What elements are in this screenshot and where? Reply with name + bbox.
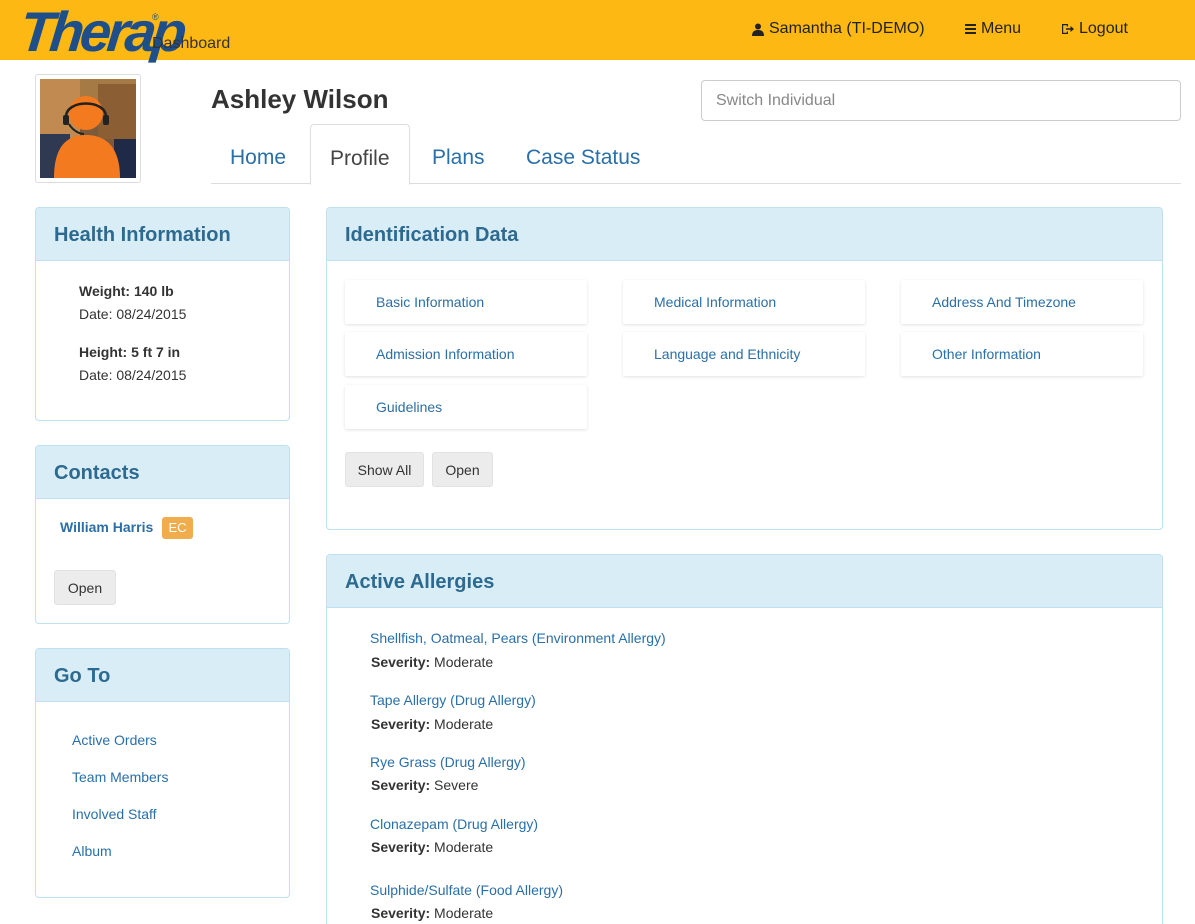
identification-open-button[interactable]: Open bbox=[432, 452, 493, 487]
language-and-ethnicity-link[interactable]: Language and Ethnicity bbox=[623, 332, 865, 376]
contacts-panel: Contacts William Harris EC Open bbox=[35, 445, 290, 624]
show-all-button[interactable]: Show All bbox=[345, 452, 424, 487]
avatar-image bbox=[40, 79, 136, 178]
individual-name: Ashley Wilson bbox=[211, 84, 389, 114]
allergy-link[interactable]: Rye Grass (Drug Allergy) bbox=[370, 754, 526, 770]
go-to-title: Go To bbox=[36, 649, 289, 702]
goto-active-orders-link[interactable]: Active Orders bbox=[72, 732, 157, 748]
goto-team-members-link[interactable]: Team Members bbox=[72, 769, 168, 785]
allergy-severity: Severity: Moderate bbox=[371, 839, 493, 855]
allergy-link[interactable]: Clonazepam (Drug Allergy) bbox=[370, 816, 538, 832]
tab-plans[interactable]: Plans bbox=[413, 124, 504, 184]
goto-album-link[interactable]: Album bbox=[72, 843, 112, 859]
severity-value: Moderate bbox=[434, 716, 494, 732]
top-navbar: Therap ® Dashboard Samantha (TI-DEMO) Me… bbox=[0, 0, 1195, 63]
basic-information-link[interactable]: Basic Information bbox=[345, 280, 587, 324]
contact-link[interactable]: William Harris bbox=[60, 519, 153, 535]
height-value: Height: 5 ft 7 in bbox=[79, 344, 181, 360]
switch-individual-input[interactable] bbox=[701, 80, 1181, 121]
weight-value: Weight: 140 lb bbox=[79, 283, 174, 299]
severity-label: Severity: bbox=[371, 777, 431, 793]
emergency-contact-badge: EC bbox=[162, 517, 193, 539]
tab-profile[interactable]: Profile bbox=[310, 124, 410, 185]
tab-case-status[interactable]: Case Status bbox=[507, 124, 659, 184]
identification-data-panel: Identification Data Basic Information Me… bbox=[326, 207, 1163, 530]
health-information-title: Health Information bbox=[36, 208, 289, 261]
logout-icon bbox=[1061, 23, 1074, 35]
allergy-severity: Severity: Moderate bbox=[371, 716, 493, 732]
user-name: Samantha (TI-DEMO) bbox=[769, 20, 925, 37]
allergy-link[interactable]: Sulphide/Sulfate (Food Allergy) bbox=[370, 882, 563, 898]
allergy-link[interactable]: Tape Allergy (Drug Allergy) bbox=[370, 692, 536, 708]
height-entry: Height: 5 ft 7 in Date: 08/24/2015 bbox=[79, 341, 186, 387]
allergy-severity: Severity: Moderate bbox=[371, 654, 493, 670]
weight-date: Date: 08/24/2015 bbox=[79, 306, 187, 322]
allergy-severity: Severity: Severe bbox=[371, 777, 478, 793]
user-menu[interactable]: Samantha (TI-DEMO) bbox=[752, 20, 925, 38]
user-icon bbox=[752, 23, 764, 36]
weight-entry: Weight: 140 lb Date: 08/24/2015 bbox=[79, 280, 186, 326]
address-and-timezone-link[interactable]: Address And Timezone bbox=[901, 280, 1143, 324]
severity-label: Severity: bbox=[371, 654, 431, 670]
height-date: Date: 08/24/2015 bbox=[79, 367, 187, 383]
logout-button[interactable]: Logout bbox=[1061, 20, 1128, 38]
contacts-open-button[interactable]: Open bbox=[54, 570, 116, 605]
severity-label: Severity: bbox=[371, 839, 431, 855]
logo-registered-mark: ® bbox=[152, 12, 159, 22]
allergy-link[interactable]: Shellfish, Oatmeal, Pears (Environment A… bbox=[370, 630, 666, 646]
logo-text: Therap bbox=[16, 0, 187, 63]
health-information-panel: Health Information Weight: 140 lb Date: … bbox=[35, 207, 290, 421]
allergy-severity: Severity: Moderate bbox=[371, 905, 493, 921]
active-allergies-panel: Active Allergies Shellfish, Oatmeal, Pea… bbox=[326, 554, 1163, 924]
admission-information-link[interactable]: Admission Information bbox=[345, 332, 587, 376]
severity-label: Severity: bbox=[371, 905, 431, 921]
active-allergies-title: Active Allergies bbox=[327, 555, 1162, 608]
severity-label: Severity: bbox=[371, 716, 431, 732]
go-to-panel: Go To Active Orders Team Members Involve… bbox=[35, 648, 290, 898]
identification-data-title: Identification Data bbox=[327, 208, 1162, 261]
contacts-title: Contacts bbox=[36, 446, 289, 499]
severity-value: Moderate bbox=[434, 905, 494, 921]
logout-label: Logout bbox=[1079, 20, 1128, 37]
profile-tabs: Home Profile Plans Case Status bbox=[211, 124, 1181, 185]
medical-information-link[interactable]: Medical Information bbox=[623, 280, 865, 324]
severity-value: Moderate bbox=[434, 839, 494, 855]
severity-value: Severe bbox=[434, 777, 479, 793]
other-information-link[interactable]: Other Information bbox=[901, 332, 1143, 376]
goto-involved-staff-link[interactable]: Involved Staff bbox=[72, 806, 157, 822]
guidelines-link[interactable]: Guidelines bbox=[345, 385, 587, 429]
menu-label: Menu bbox=[981, 20, 1022, 37]
tab-home[interactable]: Home bbox=[211, 124, 305, 184]
main-menu-button[interactable]: Menu bbox=[965, 20, 1021, 38]
hamburger-icon bbox=[965, 24, 976, 34]
profile-photo[interactable] bbox=[35, 74, 141, 183]
therap-logo[interactable]: Therap ® bbox=[10, 0, 186, 63]
dashboard-label[interactable]: Dashboard bbox=[152, 35, 230, 53]
severity-value: Moderate bbox=[434, 654, 494, 670]
